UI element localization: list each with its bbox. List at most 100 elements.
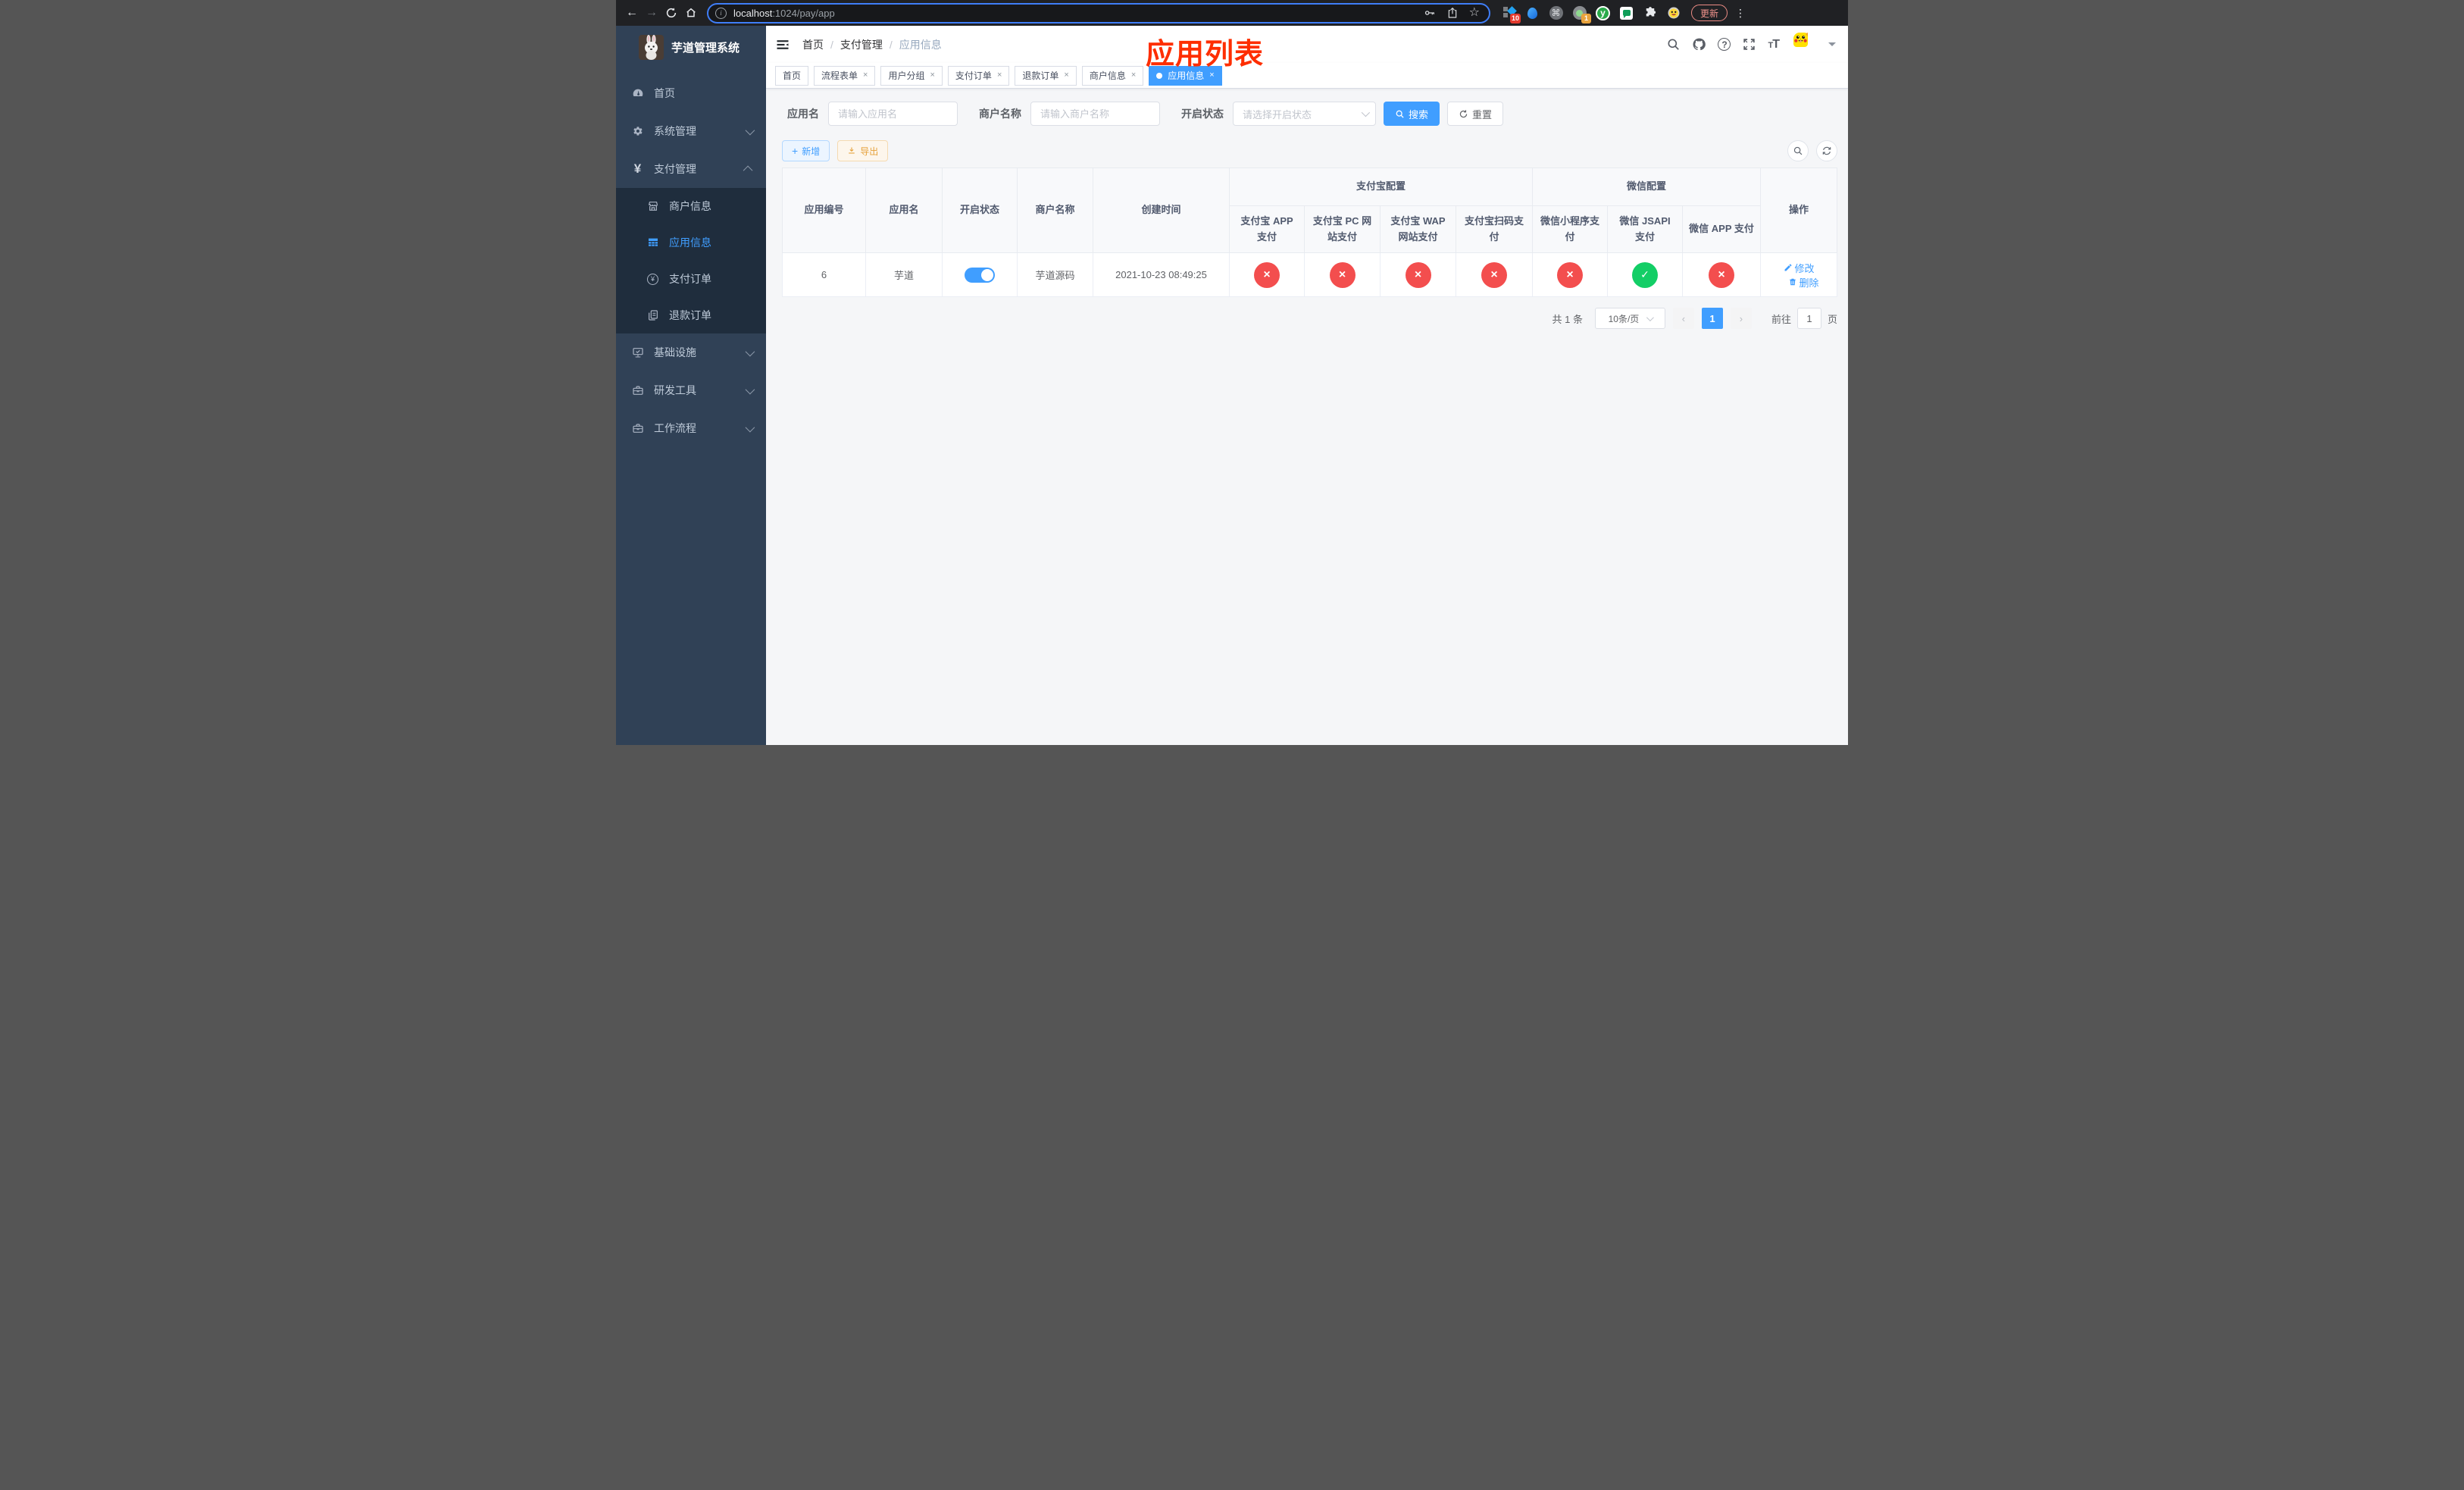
help-icon[interactable]: ?: [1718, 38, 1731, 51]
extension-balloon-icon[interactable]: [1525, 6, 1540, 20]
url-bar[interactable]: i localhost:1024/pay/app ☆: [707, 2, 1490, 23]
extension-badge: 1: [1581, 13, 1591, 23]
goto-page-input[interactable]: [1796, 308, 1821, 329]
extension-tag-manager-icon[interactable]: 10: [1502, 6, 1521, 23]
breadcrumb-home[interactable]: 首页: [802, 37, 824, 52]
tab-home[interactable]: 首页: [775, 65, 809, 86]
tab-close-icon[interactable]: ×: [930, 71, 934, 80]
page-info-icon[interactable]: i: [715, 7, 727, 19]
status-select[interactable]: 请选择开启状态: [1233, 102, 1376, 126]
chevron-up-icon: [743, 165, 753, 175]
cell-alipay-pc: [1304, 252, 1381, 297]
reset-button[interactable]: 重置: [1447, 102, 1504, 126]
sidebar-item-label: 系统管理: [654, 125, 696, 137]
toolbox-icon: [631, 384, 644, 397]
col-wechat-jsapi: 微信 JSAPI 支付: [1607, 205, 1684, 253]
search-icon: [1396, 110, 1404, 118]
github-icon[interactable]: [1692, 37, 1706, 52]
user-avatar[interactable]: [1793, 33, 1817, 56]
app-name-input[interactable]: [828, 102, 958, 126]
extensions-puzzle-icon[interactable]: [1643, 6, 1657, 20]
tab-close-icon[interactable]: ×: [863, 71, 868, 80]
tab-close-icon[interactable]: ×: [1064, 71, 1068, 80]
yen-circle-icon: ¥: [646, 273, 659, 286]
password-key-icon[interactable]: [1424, 7, 1436, 19]
extension-y-icon[interactable]: y: [1596, 5, 1610, 20]
browser-toolbar: ← → i localhost:1024/pay/app ☆ 10 ⌘ 1 y …: [616, 0, 1848, 26]
cell-app-id: 6: [782, 252, 866, 297]
delete-button[interactable]: 删除: [1788, 275, 1819, 290]
sidebar-item-home[interactable]: 首页: [616, 74, 766, 112]
sidebar-logo[interactable]: 芋道管理系统: [616, 26, 766, 68]
breadcrumb-separator: /: [830, 38, 833, 51]
share-icon[interactable]: [1446, 7, 1459, 19]
extension-chat-icon[interactable]: [1619, 6, 1634, 20]
search-button[interactable]: 搜索: [1384, 102, 1440, 126]
sidebar-item-pay-orders[interactable]: ¥ 支付订单: [616, 261, 766, 297]
merchant-name-input[interactable]: [1030, 102, 1160, 126]
sidebar-item-dev-tools[interactable]: 研发工具: [616, 371, 766, 409]
tab-close-icon[interactable]: ×: [997, 71, 1002, 80]
sidebar-item-infrastructure[interactable]: 基础设施: [616, 333, 766, 371]
cell-operations: 修改 删除: [1760, 252, 1838, 297]
col-alipay-wap: 支付宝 WAP 网站支付: [1380, 205, 1456, 253]
browser-menu-icon[interactable]: ⋮: [1735, 7, 1746, 20]
channel-status-icon: [1557, 261, 1584, 288]
chevron-down-icon: [745, 384, 755, 394]
browser-home-button[interactable]: [681, 3, 701, 23]
cell-alipay-qr: [1455, 252, 1534, 297]
tab-close-icon[interactable]: ×: [1209, 71, 1214, 80]
export-button[interactable]: 导出: [837, 140, 889, 161]
col-app-name: 应用名: [865, 167, 943, 253]
sidebar-item-merchant-info[interactable]: 商户信息: [616, 188, 766, 224]
cell-status: [942, 252, 1018, 297]
status-toggle[interactable]: [965, 267, 995, 283]
page-number-button[interactable]: 1: [1701, 308, 1723, 329]
tab-process-form[interactable]: 流程表单 ×: [814, 65, 876, 86]
tab-refund-orders[interactable]: 退款订单 ×: [1015, 65, 1077, 86]
bookmark-star-icon[interactable]: ☆: [1469, 7, 1480, 19]
sidebar-item-system[interactable]: 系统管理: [616, 112, 766, 150]
tab-merchant-info[interactable]: 商户信息 ×: [1081, 65, 1144, 86]
sidebar-item-app-info[interactable]: 应用信息: [616, 224, 766, 261]
col-group-wechat: 微信配置: [1532, 167, 1762, 206]
sidebar-item-label: 工作流程: [654, 422, 696, 434]
sidebar-item-refund-orders[interactable]: 退款订单: [616, 297, 766, 333]
search-icon[interactable]: [1666, 37, 1681, 52]
avatar-dropdown-caret-icon[interactable]: [1828, 42, 1836, 50]
prev-page-button[interactable]: ‹: [1672, 308, 1694, 329]
channel-status-icon: [1709, 261, 1735, 288]
breadcrumb-payment[interactable]: 支付管理: [840, 37, 883, 52]
browser-back-button[interactable]: ←: [622, 3, 642, 23]
extension-recorder-icon[interactable]: 1: [1572, 6, 1591, 23]
channel-status-icon: [1632, 261, 1659, 288]
toggle-search-button[interactable]: [1787, 140, 1809, 161]
tab-pay-orders[interactable]: 支付订单 ×: [947, 65, 1010, 86]
sidebar-collapse-icon[interactable]: [775, 37, 790, 52]
update-label: 更新: [1700, 8, 1719, 19]
add-button[interactable]: + 新增: [782, 140, 830, 161]
fullscreen-icon[interactable]: [1742, 37, 1756, 52]
browser-profile-avatar[interactable]: [1666, 6, 1681, 20]
page-size-select[interactable]: 10条/页: [1594, 308, 1665, 329]
edit-button[interactable]: 修改: [1784, 261, 1815, 275]
sidebar-menu: 首页 系统管理 ¥ 支付管理 商户信息 应用信息 ¥ 支付订单 退款订单 基础设…: [616, 68, 766, 447]
sidebar-item-workflow[interactable]: 工作流程: [616, 409, 766, 447]
app-title: 芋道管理系统: [671, 41, 740, 55]
refresh-table-button[interactable]: [1816, 140, 1837, 161]
yen-icon: ¥: [633, 161, 642, 176]
browser-forward-button[interactable]: →: [642, 3, 661, 23]
payment-submenu: 商户信息 应用信息 ¥ 支付订单 退款订单: [616, 188, 766, 333]
browser-reload-button[interactable]: [661, 3, 681, 23]
sidebar-item-payment[interactable]: ¥ 支付管理: [616, 150, 766, 188]
navbar-actions: ? TT: [1666, 33, 1836, 56]
extension-command-icon[interactable]: ⌘: [1549, 6, 1563, 20]
sidebar-item-label: 首页: [654, 87, 675, 99]
sidebar-item-label: 退款订单: [669, 309, 711, 321]
browser-update-button[interactable]: 更新: [1691, 5, 1728, 21]
tab-user-group[interactable]: 用户分组 ×: [880, 65, 943, 86]
font-size-icon[interactable]: TT: [1768, 38, 1779, 52]
tab-close-icon[interactable]: ×: [1131, 71, 1136, 80]
col-alipay-app: 支付宝 APP 支付: [1229, 205, 1305, 253]
next-page-button[interactable]: ›: [1730, 308, 1752, 329]
